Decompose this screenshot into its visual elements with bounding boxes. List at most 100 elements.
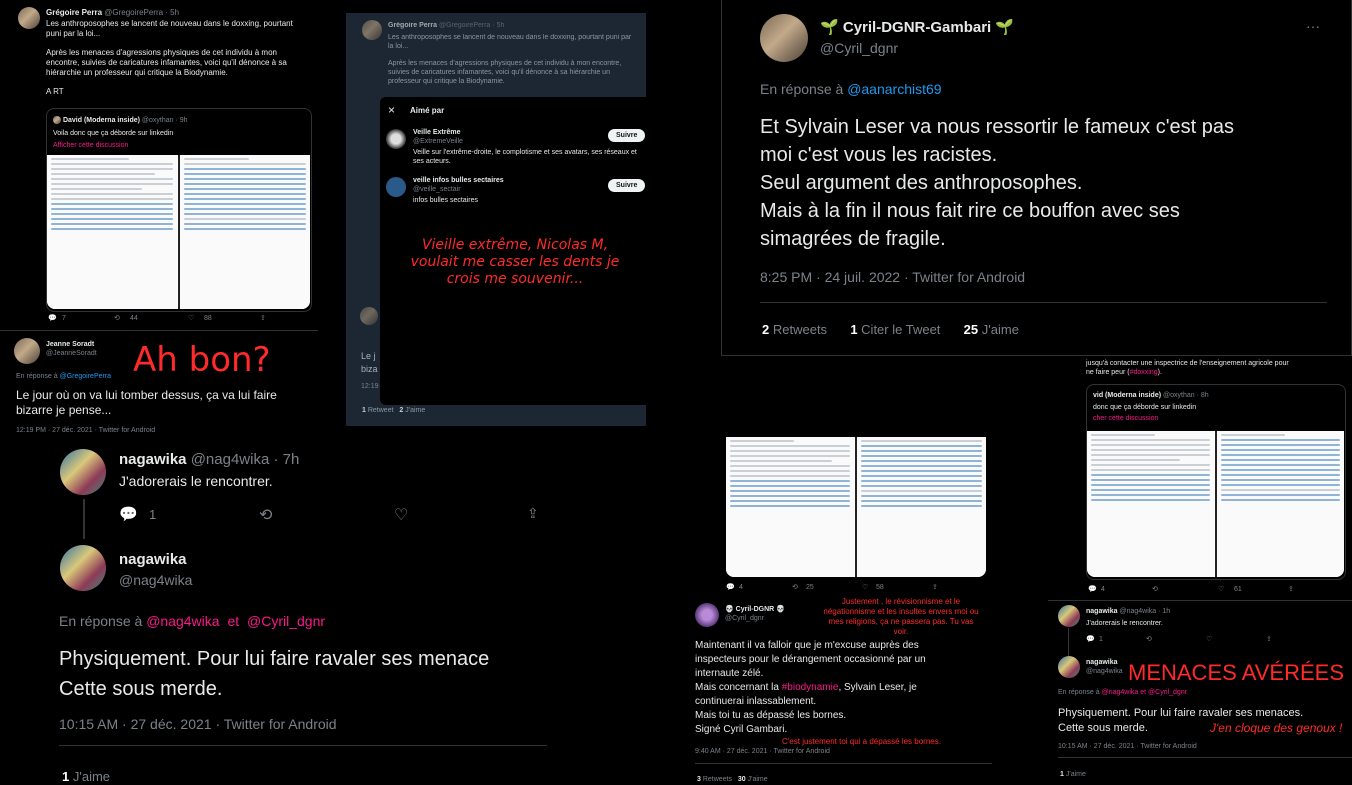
- user-name[interactable]: veille infos bulles sectaires: [413, 176, 613, 185]
- user-handle: @ExtremeVeille: [413, 138, 463, 145]
- avatar[interactable]: [60, 545, 106, 591]
- avatar: [360, 307, 378, 325]
- hashtag-link[interactable]: #biodynamie: [782, 682, 839, 693]
- reply-icon[interactable]: 💬: [1088, 585, 1097, 594]
- author-name[interactable]: Grégoire Perra: [46, 8, 102, 17]
- author-handle[interactable]: @Cyril_dgnr: [820, 40, 898, 56]
- like-count[interactable]: 25: [964, 322, 978, 337]
- show-thread-link[interactable]: Afficher cette discussion: [53, 141, 128, 150]
- retweet-icon[interactable]: ⟲: [1152, 585, 1158, 594]
- avatar[interactable]: [18, 7, 40, 29]
- tweet-text: J'adorerais le rencontrer.: [119, 473, 273, 489]
- like-count[interactable]: 1: [62, 769, 69, 784]
- close-icon[interactable]: ×: [388, 103, 395, 117]
- follow-button[interactable]: Suivre: [608, 179, 646, 192]
- reply-to-mention[interactable]: @aanarchist69: [847, 81, 941, 97]
- author-name[interactable]: Cyril-DGNR: [736, 606, 775, 613]
- quote-card[interactable]: David (Moderna inside) @oxythan · 9h Voi…: [46, 108, 312, 312]
- retweet-count[interactable]: 2: [762, 322, 769, 337]
- tweet-text: jusqu'à contacter une inspectrice de l'e…: [1086, 360, 1289, 367]
- reply-to-mention[interactable]: @GregoirePerra: [60, 373, 111, 380]
- avatar[interactable]: [1058, 656, 1080, 678]
- quote-card[interactable]: vid (Moderna inside) @oxythan · 8h donc …: [1086, 384, 1346, 580]
- like-icon[interactable]: ♡: [394, 505, 408, 525]
- reply-author-name[interactable]: Jeanne Soradt: [46, 340, 97, 349]
- share-icon[interactable]: ⇪: [932, 583, 938, 592]
- author-name[interactable]: nagawika: [119, 451, 187, 468]
- quote-image[interactable]: [726, 437, 986, 577]
- like-count[interactable]: 1: [1060, 771, 1064, 778]
- avatar[interactable]: [60, 449, 106, 495]
- author-name[interactable]: nagawika: [119, 551, 187, 568]
- follow-button[interactable]: Suivre: [608, 129, 646, 142]
- like-label[interactable]: J'aime: [748, 776, 768, 783]
- author-handle[interactable]: @nag4wika · 1h: [1119, 608, 1170, 615]
- retweet-icon[interactable]: ⟲: [259, 505, 272, 525]
- avatar[interactable]: [386, 129, 406, 149]
- panel-nagawika-thread: nagawika @nag4wika · 7h J'adorerais le r…: [42, 437, 547, 785]
- user-cell[interactable]: Veille Extrême @ExtremeVeille Veille sur…: [380, 123, 646, 169]
- quote-image[interactable]: [47, 155, 310, 309]
- reply-icon[interactable]: 💬: [726, 583, 735, 592]
- author-handle[interactable]: @nag4wika: [1086, 667, 1123, 676]
- avatar[interactable]: [760, 14, 808, 62]
- like-count[interactable]: 30: [738, 776, 746, 783]
- reply-icon[interactable]: 💬: [1086, 635, 1095, 644]
- share-icon[interactable]: ⇪: [1266, 635, 1272, 644]
- reply-count: 7: [62, 315, 66, 322]
- author-handle[interactable]: @nag4wika: [119, 572, 192, 588]
- like-label[interactable]: J'aime: [1066, 771, 1086, 778]
- tweet-meta: 10:15 AM · 27 déc. 2021 · Twitter for An…: [59, 716, 337, 732]
- reply-to-and: et: [1140, 689, 1147, 696]
- tweet-text: A RT: [46, 87, 64, 96]
- more-options-icon[interactable]: ···: [1306, 18, 1320, 34]
- avatar[interactable]: [386, 177, 406, 197]
- tweet-line: Seul argument des anthroposophes.: [760, 172, 1083, 194]
- reply-count: 4: [739, 584, 743, 591]
- reply-icon[interactable]: 💬: [119, 505, 138, 523]
- share-icon[interactable]: ⇪: [1288, 585, 1294, 594]
- like-icon[interactable]: ♡: [1206, 635, 1212, 644]
- avatar[interactable]: [14, 338, 40, 364]
- panel-cyril-doxxing: 💬 4 ⟲ 25 ♡ 58 ⇪ 💀 Cyril-DGNR 💀 @Cyril_dg…: [690, 437, 992, 785]
- retweet-count[interactable]: 3: [697, 776, 701, 783]
- reply-to-mention[interactable]: @Cyril_dgnr: [1148, 689, 1187, 696]
- reply-icon[interactable]: 💬: [48, 314, 57, 323]
- like-icon[interactable]: ♡: [1218, 585, 1224, 594]
- like-icon[interactable]: ♡: [862, 583, 868, 592]
- reply-to-mention[interactable]: @nag4wika: [1102, 689, 1139, 696]
- reply-author-handle[interactable]: @JeanneSoradt: [46, 349, 97, 358]
- retweet-label: Retweet: [367, 407, 394, 414]
- share-icon[interactable]: ⇪: [260, 314, 266, 323]
- retweet-icon[interactable]: ⟲: [1146, 635, 1152, 644]
- show-thread-link[interactable]: cher cette discussion: [1093, 414, 1158, 423]
- avatar[interactable]: [695, 603, 719, 627]
- like-label[interactable]: J'aime: [982, 322, 1019, 337]
- retweet-label[interactable]: Retweets: [703, 776, 732, 783]
- reply-to-mention[interactable]: @Cyril_dgnr: [247, 613, 325, 629]
- quote-image[interactable]: [1087, 431, 1344, 577]
- share-icon[interactable]: ⇪: [527, 505, 539, 522]
- quote-label[interactable]: Citer le Tweet: [861, 322, 940, 337]
- author-handle[interactable]: @nag4wika · 7h: [191, 451, 300, 468]
- retweet-icon[interactable]: ⟲: [114, 314, 120, 323]
- retweet-label[interactable]: Retweets: [773, 322, 827, 337]
- quote-text: donc que ça déborde sur linkedin: [1093, 404, 1197, 411]
- avatar[interactable]: [1058, 605, 1080, 627]
- reply-to-mention[interactable]: @nag4wika: [146, 613, 219, 629]
- author-handle: @GregoirePerra · 5h: [438, 22, 505, 29]
- retweet-count: 1: [362, 407, 366, 414]
- like-icon[interactable]: ♡: [188, 314, 194, 323]
- retweet-icon[interactable]: ⟲: [792, 583, 798, 592]
- like-label[interactable]: J'aime: [73, 769, 110, 784]
- author-handle[interactable]: @Cyril_dgnr: [725, 614, 785, 623]
- author-name[interactable]: Cyril-DGNR-Gambari: [843, 19, 991, 36]
- quote-count[interactable]: 1: [850, 322, 857, 337]
- user-name[interactable]: Veille Extrême: [413, 128, 638, 137]
- author-handle[interactable]: @GregoirePerra · 5h: [104, 8, 179, 17]
- user-cell[interactable]: veille infos bulles sectaires @veille_se…: [380, 173, 646, 209]
- author-name[interactable]: nagawika: [1086, 608, 1118, 615]
- retweet-count: 25: [806, 584, 814, 591]
- author-name[interactable]: nagawika: [1086, 658, 1123, 667]
- hashtag-link[interactable]: #doxxing: [1130, 369, 1158, 376]
